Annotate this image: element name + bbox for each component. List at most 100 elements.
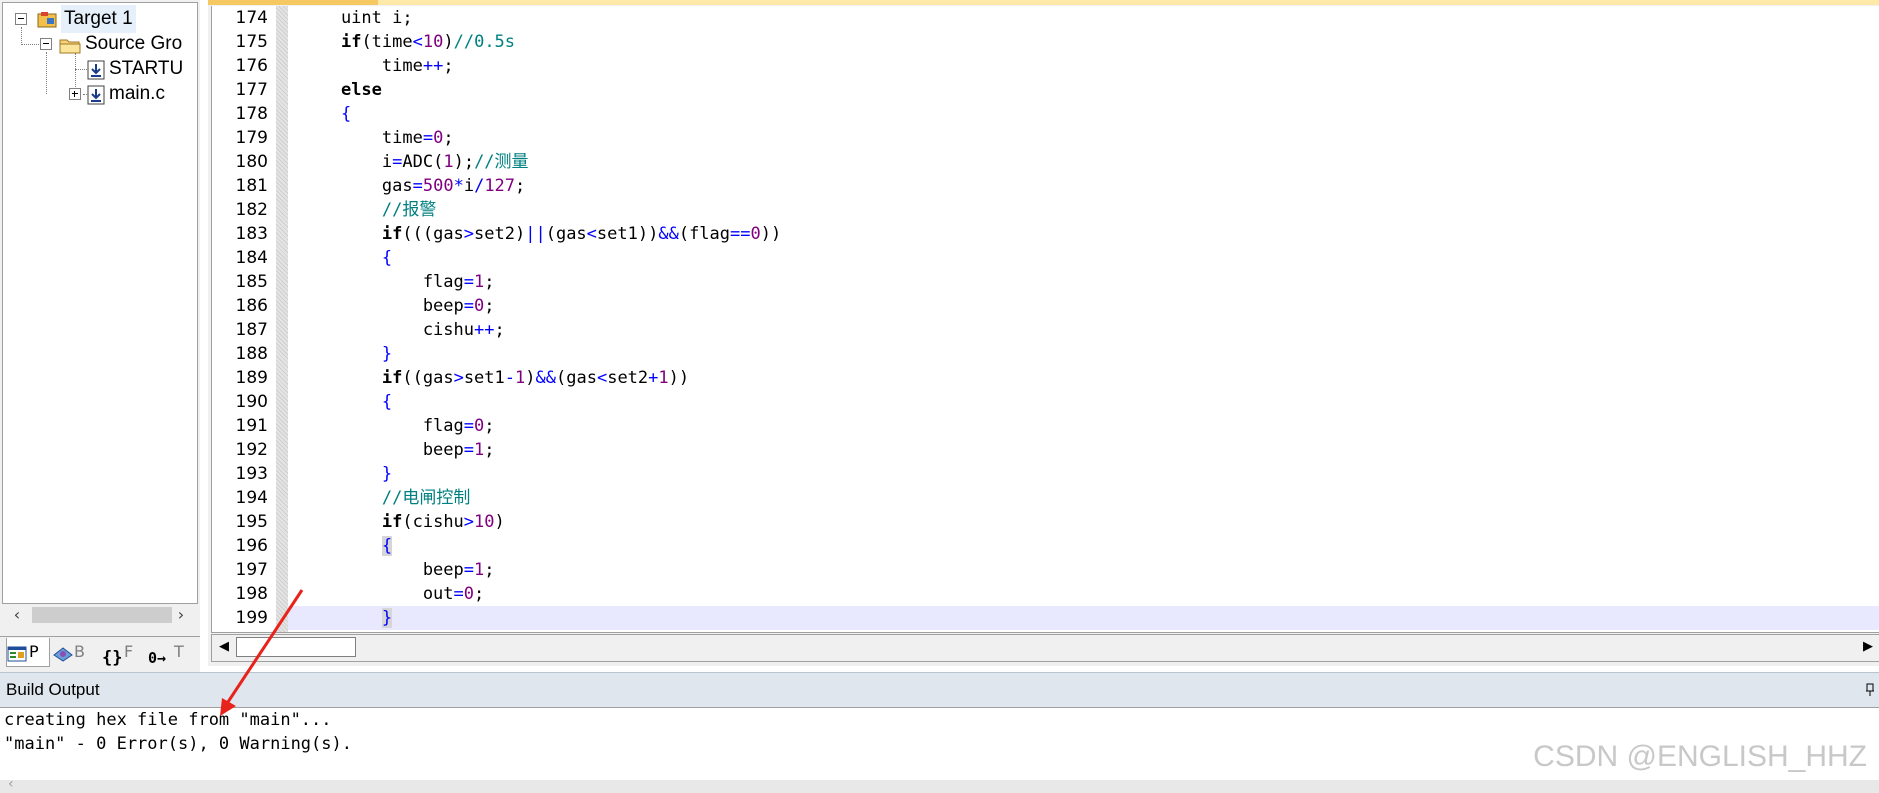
panel-title: Build Output [6, 680, 100, 699]
code-line[interactable]: time=0; [288, 126, 1879, 150]
build-output-titlebar: Build Output [0, 672, 1879, 708]
code-token: //电闸控制 [381, 488, 471, 508]
code-token: //测量 [474, 152, 529, 172]
scroll-right-icon[interactable]: ▶ [1858, 637, 1878, 657]
code-text: beep=1; [300, 558, 495, 582]
tab-books[interactable]: B [52, 638, 96, 666]
code-token: ; [443, 56, 454, 76]
code-text: beep=1; [300, 438, 495, 462]
code-token: && [658, 224, 679, 244]
code-token: time [300, 56, 423, 76]
code-token: flag [300, 416, 464, 436]
code-token: < [596, 368, 608, 388]
code-line[interactable]: cishu++; [288, 318, 1879, 342]
code-text: { [300, 390, 392, 414]
tab-project[interactable]: P [6, 638, 50, 667]
code-token: = [392, 152, 403, 172]
code-line[interactable]: if(time<10)//0.5s [288, 30, 1879, 54]
code-token: else [340, 80, 382, 100]
code-line[interactable]: if(cishu>10) [288, 510, 1879, 534]
line-number: 199 [235, 608, 268, 628]
code-line[interactable]: i=ADC(1);//测量 [288, 150, 1879, 174]
tab-functions[interactable]: {}F [102, 638, 144, 668]
code-line[interactable]: //报警 [288, 198, 1879, 222]
code-text: { [300, 102, 351, 126]
line-number: 176 [235, 56, 268, 76]
code-line[interactable]: } [288, 342, 1879, 366]
editor-horizontal-scrollbar[interactable]: ◀ ▶ [211, 634, 1879, 662]
collapse-icon[interactable] [40, 38, 52, 50]
code-token: ) [494, 512, 505, 532]
code-token: 1 [443, 152, 454, 172]
code-token: 1 [474, 272, 485, 292]
code-text: //电闸控制 [300, 486, 470, 510]
tree-item-main-c[interactable]: main.c [3, 80, 197, 108]
code-token: (gas [556, 368, 597, 388]
code-line[interactable]: flag=0; [288, 414, 1879, 438]
code-line[interactable]: uint i; [288, 6, 1879, 30]
scroll-left-icon[interactable]: ‹ [6, 604, 28, 626]
tab-label: F [124, 642, 134, 661]
code-line[interactable]: time++; [288, 54, 1879, 78]
code-line[interactable]: out=0; [288, 582, 1879, 606]
code-line[interactable]: if(((gas>set2)||(gas<set1))&&(flag==0)) [288, 222, 1879, 246]
code-line[interactable]: { [288, 246, 1879, 270]
code-token: out [300, 584, 454, 604]
code-text: else [300, 78, 382, 102]
scrollbar-thumb[interactable] [32, 607, 172, 623]
line-number: 183 [235, 224, 268, 244]
code-line[interactable]: flag=1; [288, 270, 1879, 294]
code-line[interactable]: else [288, 78, 1879, 102]
code-line[interactable]: } [288, 462, 1879, 486]
code-line[interactable]: //电闸控制 [288, 486, 1879, 510]
line-number: 179 [235, 128, 268, 148]
code-text: out=0; [300, 582, 484, 606]
scrollbar-thumb[interactable] [236, 637, 356, 657]
expand-icon[interactable] [69, 88, 81, 100]
line-number: 189 [235, 368, 268, 388]
project-tab-icon [7, 644, 27, 662]
tab-label: B [74, 642, 85, 661]
pin-icon[interactable] [1865, 683, 1875, 697]
build-output-scrollbar[interactable]: ‹ [0, 776, 1879, 793]
collapse-icon[interactable] [15, 13, 27, 25]
code-token: ; [484, 272, 495, 292]
code-line[interactable]: beep=0; [288, 294, 1879, 318]
code-line[interactable]: { [288, 102, 1879, 126]
code-text: time++; [300, 54, 454, 78]
scroll-left-icon[interactable]: ‹ [8, 776, 14, 792]
code-token: (((gas [402, 224, 464, 244]
code-token: ); [453, 152, 475, 172]
code-token: ++ [474, 320, 495, 340]
scroll-right-icon[interactable]: › [170, 604, 192, 626]
code-line[interactable]: } [288, 606, 1879, 630]
code-text: { [300, 534, 393, 558]
code-token: + [648, 368, 659, 388]
tab-templates[interactable]: 0→ T [148, 638, 192, 667]
tree-horizontal-scrollbar[interactable]: ‹ › [2, 604, 196, 626]
code-line[interactable]: beep=1; [288, 438, 1879, 462]
code-token: if [381, 224, 403, 244]
code-token: = [453, 584, 464, 604]
fold-margin[interactable] [276, 6, 288, 632]
scroll-left-icon[interactable]: ◀ [214, 637, 234, 657]
code-line[interactable]: beep=1; [288, 558, 1879, 582]
code-area[interactable]: uint i; if(time<10)//0.5s time++; else {… [288, 6, 1879, 632]
code-editor[interactable]: 174 175 176 177 178 179 180 181 182 183 184 185 186 1… [211, 6, 1879, 633]
tree-item-target[interactable]: Target 1 [3, 5, 193, 33]
tree-item-source-group[interactable]: Source Gro [3, 30, 197, 58]
code-token: ; [484, 416, 495, 436]
tab-label: T [174, 642, 184, 661]
tree-item-startup-file[interactable]: STARTU [3, 55, 197, 83]
code-line[interactable]: { [288, 534, 1879, 558]
code-line[interactable]: if((gas>set1-1)&&(gas<set2+1)) [288, 366, 1879, 390]
code-text: if(cishu>10) [300, 510, 505, 534]
code-text: if((gas>set1-1)&&(gas<set2+1)) [300, 366, 689, 390]
books-tab-icon [52, 644, 73, 662]
code-line[interactable]: gas=500*i/127; [288, 174, 1879, 198]
code-line[interactable]: { [288, 390, 1879, 414]
